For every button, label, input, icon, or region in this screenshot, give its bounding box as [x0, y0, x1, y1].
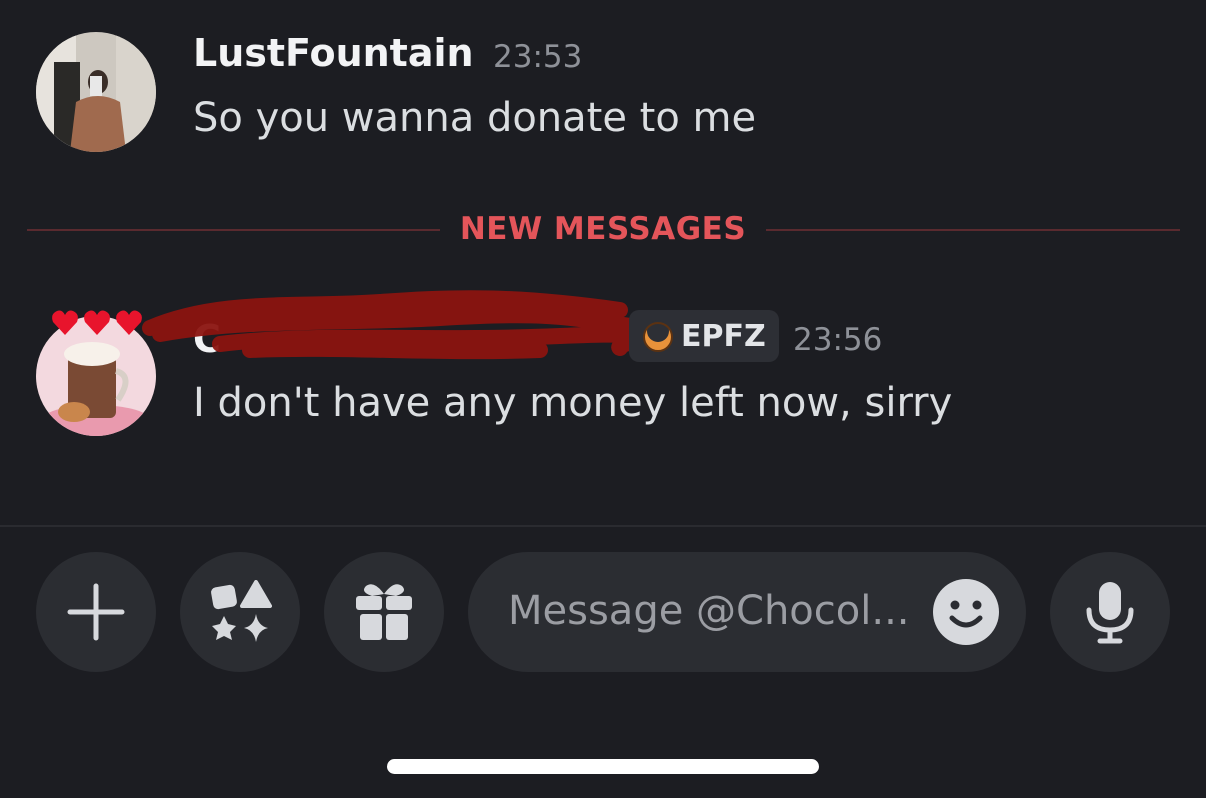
add-attachment-button[interactable] [36, 552, 156, 672]
apps-icon [211, 580, 272, 642]
message-timestamp: 23:53 [493, 39, 583, 75]
plus-icon [67, 583, 125, 641]
composer-separator [0, 525, 1206, 527]
redaction-scribble [142, 290, 640, 360]
gift-icon [356, 584, 412, 640]
message-input[interactable]: Message @Chocol... [468, 552, 1026, 672]
message-text: So you wanna donate to me [193, 95, 757, 141]
new-messages-divider-label: NEW MESSAGES [459, 211, 747, 247]
moon-icon [643, 320, 673, 352]
user-avatar-lustfountain[interactable] [36, 32, 156, 152]
divider-line-right [766, 229, 1180, 231]
message-timestamp: 23:56 [793, 322, 883, 358]
home-indicator[interactable] [387, 759, 819, 774]
message-text: I don't have any money left now, sirry [193, 380, 953, 426]
microphone-icon [1086, 582, 1134, 644]
message-input-placeholder: Message @Chocol... [508, 588, 910, 634]
apps-button[interactable] [180, 552, 300, 672]
voice-message-button[interactable] [1050, 552, 1170, 672]
message-username[interactable]: LustFountain [193, 31, 474, 75]
divider-line-left [27, 229, 440, 231]
emoji-icon[interactable] [932, 578, 1000, 646]
gift-button[interactable] [324, 552, 444, 672]
server-tag[interactable]: EPFZ [629, 310, 779, 362]
hearts-decoration [50, 308, 146, 338]
server-tag-label: EPFZ [681, 318, 766, 354]
